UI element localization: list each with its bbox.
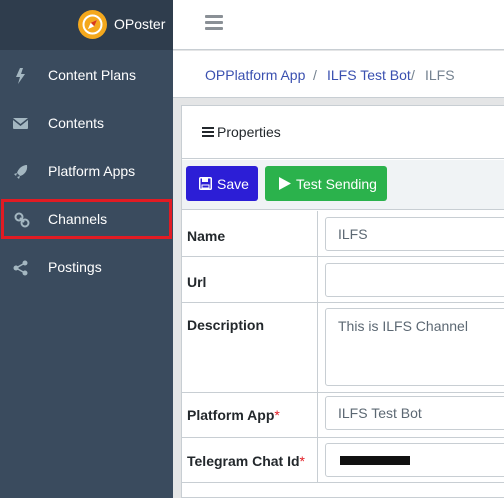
redacted-value <box>340 456 410 465</box>
url-field[interactable] <box>325 263 504 297</box>
sidebar-item-label: Channels <box>48 211 108 227</box>
envelope-icon <box>12 115 30 133</box>
list-icon <box>202 125 214 137</box>
breadcrumb-current: ILFS <box>425 67 455 83</box>
save-button-label: Save <box>217 176 249 192</box>
sidebar-item-contents[interactable]: Contents <box>0 101 173 147</box>
platform-app-field[interactable] <box>325 396 504 430</box>
telegram-chat-id-label: Telegram Chat Id* <box>187 453 305 469</box>
rocket-icon <box>12 163 30 181</box>
test-sending-button-label: Test Sending <box>296 176 377 192</box>
top-header <box>173 0 504 50</box>
link-icon <box>13 211 31 229</box>
sidebar-item-label: Postings <box>48 259 102 275</box>
required-marker: * <box>274 407 280 423</box>
sidebar-item-platform-apps[interactable]: Platform Apps <box>0 149 173 195</box>
sidebar-item-label: Content Plans <box>48 67 136 83</box>
sidebar-item-content-plans[interactable]: Content Plans <box>0 53 173 99</box>
test-sending-button[interactable]: Test Sending <box>265 166 387 201</box>
card-title: Properties <box>217 124 281 140</box>
form-row-platform-app: Platform App* <box>182 393 504 438</box>
required-marker: * <box>299 453 305 469</box>
sidebar: OPoster Content Plans Contents Platform … <box>0 0 173 498</box>
sidebar-item-postings[interactable]: Postings <box>0 245 173 291</box>
breadcrumb-separator: / <box>411 67 415 83</box>
breadcrumb: OPPlatform App / ILFS Test Bot / ILFS <box>173 51 504 98</box>
form-row-name: Name <box>182 211 504 257</box>
sidebar-item-label: Contents <box>48 115 105 131</box>
breadcrumb-link[interactable]: ILFS Test Bot <box>327 67 411 83</box>
form-row-description: Description This is ILFS Channel <box>182 303 504 393</box>
telegram-chat-id-field[interactable] <box>325 443 504 477</box>
sidebar-item-label: Platform Apps <box>48 163 136 179</box>
app-name: OPoster <box>114 16 166 32</box>
brand[interactable]: OPoster <box>0 0 173 50</box>
properties-card: Properties Save Test Sending Name Url De… <box>181 105 504 498</box>
description-label: Description <box>187 317 265 333</box>
card-header: Properties <box>182 106 504 159</box>
save-button[interactable]: Save <box>186 166 258 201</box>
breadcrumb-link[interactable]: OPPlatform App <box>205 67 305 83</box>
sidebar-item-channels[interactable]: Channels <box>1 199 172 239</box>
url-label: Url <box>187 274 207 290</box>
play-icon <box>279 177 291 193</box>
form-row-url: Url <box>182 257 504 303</box>
bolt-icon <box>12 67 30 85</box>
platform-app-label: Platform App* <box>187 407 280 423</box>
form-row-telegram-chat-id: Telegram Chat Id* <box>182 438 504 483</box>
share-icon <box>12 259 30 277</box>
name-label: Name <box>187 228 226 244</box>
floppy-disk-icon <box>199 177 212 193</box>
name-field[interactable] <box>325 217 504 251</box>
compass-icon <box>78 10 107 39</box>
menu-toggle-icon[interactable] <box>205 15 223 31</box>
breadcrumb-separator: / <box>313 67 317 83</box>
description-field[interactable]: This is ILFS Channel <box>325 308 504 386</box>
card-toolbar: Save Test Sending <box>182 160 504 210</box>
